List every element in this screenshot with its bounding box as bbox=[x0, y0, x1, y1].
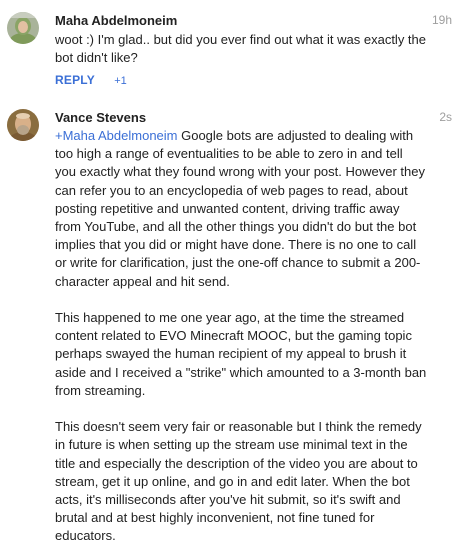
reply-button[interactable]: REPLY bbox=[55, 73, 95, 87]
user-photo-icon bbox=[7, 12, 39, 44]
comment-paragraph-text: Google bots are adjusted to dealing with… bbox=[55, 128, 425, 289]
user-photo-icon bbox=[7, 109, 39, 141]
comment-text: woot :) I'm glad.. but did you ever find… bbox=[55, 32, 427, 66]
comment-maha: Maha Abdelmoneim 19h woot :) I'm glad.. … bbox=[0, 0, 462, 100]
comment-author[interactable]: Maha Abdelmoneim bbox=[55, 13, 177, 28]
comment-paragraph: This doesn't seem very fair or reasonabl… bbox=[55, 419, 422, 544]
comment-actions: REPLY +1 bbox=[55, 73, 127, 87]
comment-timestamp[interactable]: 2s bbox=[439, 110, 452, 124]
avatar[interactable] bbox=[7, 12, 39, 44]
mention-link[interactable]: +Maha Abdelmoneim bbox=[55, 128, 178, 143]
comment-paragraph: +Maha Abdelmoneim Google bots are adjust… bbox=[55, 127, 427, 291]
comment-text: +Maha Abdelmoneim Google bots are adjust… bbox=[55, 127, 427, 546]
comment-author[interactable]: Vance Stevens bbox=[55, 110, 146, 125]
comment-paragraph: This happened to me one year ago, at the… bbox=[55, 310, 427, 398]
comment-timestamp[interactable]: 19h bbox=[432, 13, 452, 27]
avatar[interactable] bbox=[7, 109, 39, 141]
plus-one-button[interactable]: +1 bbox=[114, 75, 127, 87]
